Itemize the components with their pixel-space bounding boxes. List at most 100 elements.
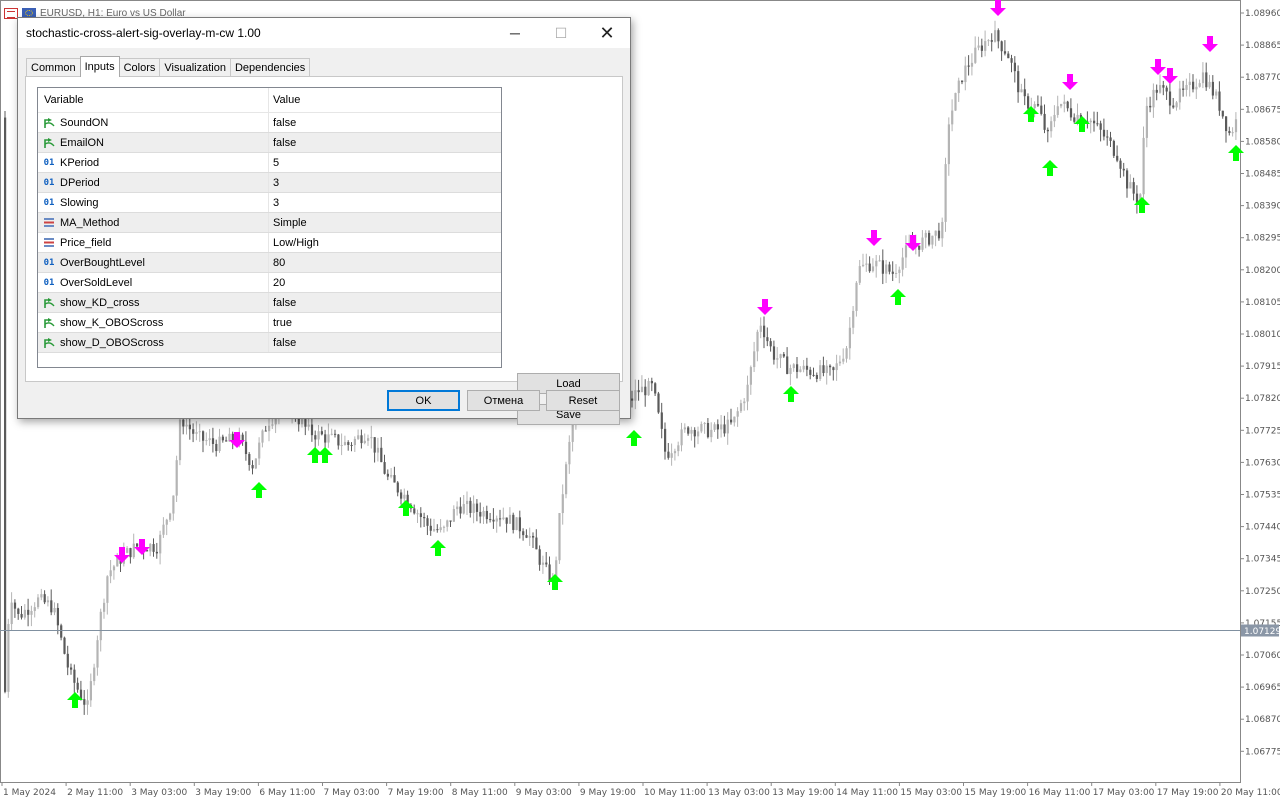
- candle-body: [535, 537, 538, 550]
- value-cell[interactable]: false: [269, 133, 296, 152]
- candle-body: [726, 419, 729, 434]
- candle-body: [815, 375, 818, 379]
- candle-body: [980, 45, 983, 51]
- grid-row[interactable]: show_KD_cross false: [38, 293, 501, 313]
- candle-body: [1178, 88, 1181, 103]
- grid-row[interactable]: show_K_OBOScross true: [38, 313, 501, 333]
- variable-cell: 01 Slowing: [38, 193, 269, 212]
- candle-body: [1225, 116, 1228, 132]
- candle-body: [680, 429, 683, 446]
- value-cell[interactable]: Simple: [269, 213, 307, 232]
- value-cell[interactable]: false: [269, 293, 296, 312]
- value-cell[interactable]: 20: [269, 273, 285, 292]
- candle-body: [475, 503, 479, 512]
- candle-body: [961, 80, 964, 83]
- value-cell[interactable]: Low/High: [269, 233, 319, 252]
- value-cell[interactable]: 80: [269, 253, 285, 272]
- candle-body: [310, 424, 314, 436]
- reset-button[interactable]: Reset: [546, 390, 620, 411]
- grid-row[interactable]: 01 Slowing 3: [38, 193, 501, 213]
- candle-body: [1201, 72, 1205, 84]
- grid-row[interactable]: 01 DPeriod 3: [38, 173, 501, 193]
- grid-row[interactable]: Price_field Low/High: [38, 233, 501, 253]
- candle-body: [1050, 121, 1053, 132]
- candle-body: [1132, 182, 1135, 194]
- tab-colors[interactable]: Colors: [118, 58, 161, 77]
- maximize-button[interactable]: ☐: [538, 18, 584, 48]
- candle-body: [264, 430, 267, 432]
- candle-body: [304, 419, 307, 427]
- grid-row[interactable]: EmailON false: [38, 133, 501, 153]
- candle-body: [1093, 120, 1096, 124]
- candle-body: [878, 260, 881, 262]
- candle-body: [1023, 89, 1026, 97]
- time-axis-label: 1 May 2024: [3, 788, 56, 798]
- value-cell[interactable]: 5: [269, 153, 279, 172]
- candle-body: [812, 374, 815, 376]
- candle-body: [805, 365, 809, 370]
- candle-body: [759, 325, 762, 332]
- variable-cell: Price_field: [38, 233, 269, 252]
- minimize-button[interactable]: ─: [492, 18, 538, 48]
- grid-row[interactable]: 01 OverSoldLevel 20: [38, 273, 501, 293]
- candle-body: [301, 419, 304, 425]
- candle-body: [1063, 101, 1066, 104]
- candle-body: [730, 419, 733, 423]
- candle-body: [782, 354, 785, 357]
- tab-dependencies[interactable]: Dependencies: [229, 58, 311, 77]
- price-axis-label: 1.08485: [1245, 170, 1280, 180]
- candle-body: [244, 441, 248, 455]
- candle-body: [1195, 86, 1198, 90]
- candle-body: [1221, 110, 1224, 117]
- candle-body: [37, 597, 40, 608]
- variable-name: OverBoughtLevel: [60, 256, 145, 269]
- candle-body: [842, 358, 845, 362]
- candle-body: [835, 363, 838, 371]
- cancel-button[interactable]: Отмена: [467, 390, 540, 411]
- candle-body: [248, 454, 251, 465]
- tab-visualization[interactable]: Visualization: [159, 58, 231, 77]
- candle-body: [86, 700, 89, 705]
- candle-body: [1142, 137, 1145, 195]
- value-cell[interactable]: 3: [269, 193, 279, 212]
- ok-button[interactable]: OK: [387, 390, 460, 411]
- candle-body: [56, 607, 59, 626]
- grid-row[interactable]: 01 KPeriod 5: [38, 153, 501, 173]
- value-cell[interactable]: true: [269, 313, 292, 332]
- candle-body: [637, 390, 640, 393]
- candle-body: [27, 609, 30, 615]
- value-cell[interactable]: false: [269, 333, 296, 352]
- tab-common[interactable]: Common: [26, 58, 81, 77]
- time-axis-label: 13 May 03:00: [708, 788, 770, 798]
- grid-row[interactable]: 01 OverBoughtLevel 80: [38, 253, 501, 273]
- close-button[interactable]: ✕: [584, 18, 630, 48]
- candle-body: [462, 504, 465, 514]
- grid-row[interactable]: show_D_OBOScross false: [38, 333, 501, 353]
- grid-row[interactable]: MA_Method Simple: [38, 213, 501, 233]
- header-variable[interactable]: Variable: [38, 88, 269, 112]
- grid-row[interactable]: SoundON false: [38, 113, 501, 133]
- tab-inputs[interactable]: Inputs: [79, 56, 120, 77]
- candle-body: [753, 351, 756, 368]
- candle-body: [499, 518, 502, 520]
- candle-body: [93, 667, 96, 682]
- candle-body: [825, 365, 828, 374]
- dialog-titlebar[interactable]: stochastic-cross-alert-sig-overlay-m-cw …: [18, 18, 630, 48]
- candle-body: [149, 544, 152, 552]
- candle-body: [789, 368, 792, 374]
- candle-body: [634, 390, 637, 401]
- header-value[interactable]: Value: [269, 88, 300, 112]
- candle-body: [888, 264, 891, 272]
- candle-body: [1168, 91, 1172, 106]
- candle-body: [954, 93, 957, 111]
- candle-body: [112, 566, 116, 571]
- inputs-grid: Variable Value SoundON false EmailON false 0…: [37, 87, 502, 368]
- value-cell[interactable]: 3: [269, 173, 279, 192]
- candle-body: [776, 358, 779, 360]
- candle-body: [390, 475, 393, 477]
- candle-body: [479, 511, 482, 517]
- value-cell[interactable]: false: [269, 113, 296, 132]
- candle-body: [1198, 83, 1201, 87]
- time-axis-label: 20 May 11:00: [1221, 788, 1280, 798]
- candle-body: [1218, 91, 1221, 111]
